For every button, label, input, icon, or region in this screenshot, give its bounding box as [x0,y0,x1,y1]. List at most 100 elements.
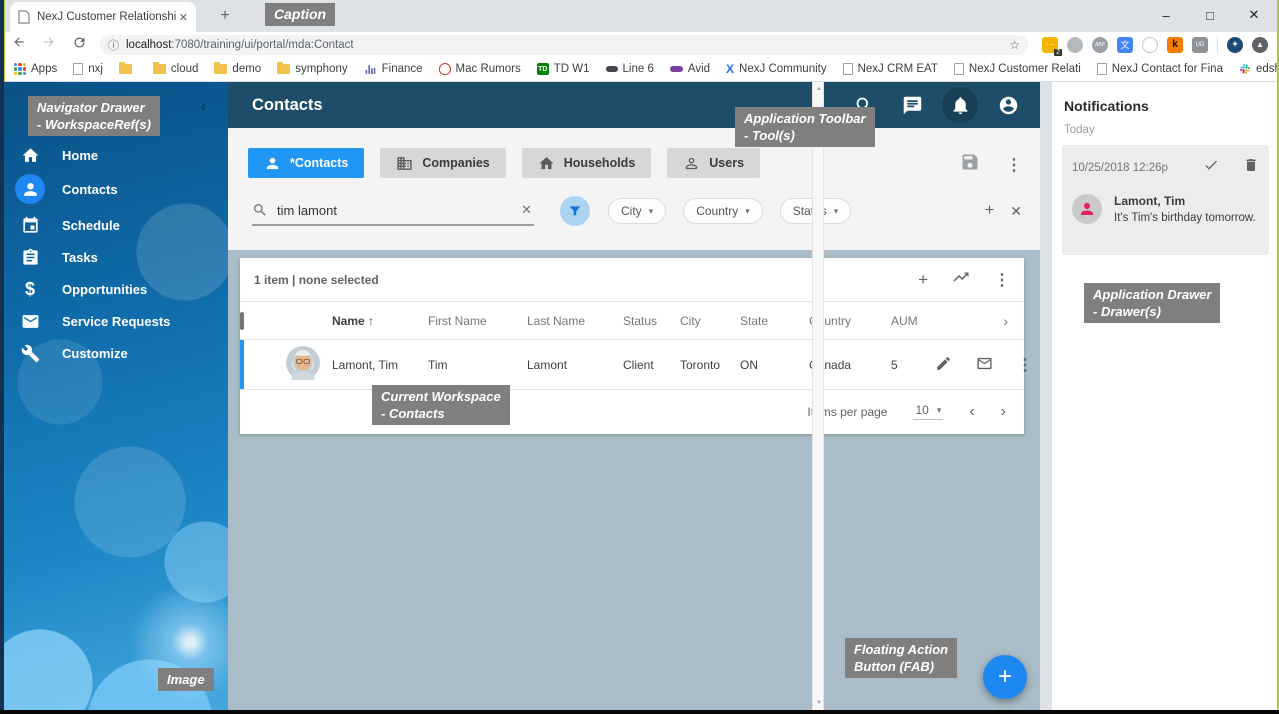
email-envelope-icon[interactable] [976,355,993,375]
window-maximize-button[interactable]: □ [1203,8,1217,23]
close-filters-icon[interactable]: ✕ [1010,203,1022,220]
notifications-bell-icon[interactable] [942,87,978,123]
scroll-up-icon[interactable]: ▲ [813,86,825,92]
vertical-scrollbar[interactable]: ▲ ▼ [812,82,824,714]
tab-contacts[interactable]: *Contacts [248,148,364,178]
column-header-status[interactable]: Status [623,314,680,328]
add-contact-icon[interactable]: + [918,270,928,290]
filter-chip-city[interactable]: City▾ [608,198,666,224]
column-header-name[interactable]: Name ↑ [332,314,428,328]
tab-companies[interactable]: Companies [380,148,505,178]
bookmark-folder-cloud[interactable]: cloud [147,61,205,77]
sidebar-item-opportunities[interactable]: $ Opportunities [0,273,228,305]
delete-trash-icon[interactable] [1243,157,1259,178]
per-page-select[interactable]: 10▾ [913,403,943,420]
chat-icon[interactable] [894,87,930,123]
building-icon [396,155,413,172]
sidebar-item-label: Opportunities [62,282,147,297]
bookmark-star-icon[interactable]: ☆ [1009,38,1020,52]
bookmark-nexj-crm-eat[interactable]: NexJ CRM EAT [837,61,944,77]
add-filter-icon[interactable]: + [985,202,994,220]
extension-shoe-icon[interactable] [1067,37,1083,53]
filter-funnel-button[interactable] [560,196,590,226]
filter-chip-country[interactable]: Country▾ [683,198,763,224]
extension-kite-icon[interactable]: k [1167,37,1183,53]
bookmark-folder-unnamed[interactable] [113,62,143,76]
row-more-icon[interactable]: ⋮ [1017,355,1033,375]
column-header-city[interactable]: City [680,314,740,328]
column-header-first-name[interactable]: First Name [428,314,527,328]
toolbar-more-icon[interactable]: ⋮ [1006,155,1022,175]
mark-read-check-icon[interactable] [1203,157,1219,178]
new-tab-button[interactable]: + [214,6,236,28]
chevron-down-icon: ▾ [649,206,654,217]
extension-circle-icon[interactable] [1142,37,1158,53]
screen-left-edge [0,0,4,714]
trending-up-icon[interactable] [952,268,970,291]
annotation-current-workspace: Current Workspace- Contacts [372,385,510,425]
bookmark-folder-symphony[interactable]: symphony [271,61,353,77]
sidebar-item-service-requests[interactable]: Service Requests [0,305,228,337]
browser-tab[interactable]: NexJ Customer Relationship Man ✕ [10,2,196,32]
sidebar-item-home[interactable]: Home [0,139,228,171]
bookmark-macrumors[interactable]: Mac Rumors [433,61,527,77]
cell-name[interactable]: Lamont, Tim [332,358,428,372]
scroll-down-icon[interactable]: ▼ [813,700,825,706]
extension-abp-icon[interactable]: ABP [1092,37,1108,53]
tab-households[interactable]: Households [522,148,652,178]
annotation-navigator-drawer: Navigator Drawer- WorkspaceRef(s) [28,96,160,136]
sidebar-item-contacts[interactable]: Contacts [0,173,228,205]
bookmark-nexj-customer[interactable]: NexJ Customer Relati [948,61,1087,77]
reload-button[interactable] [68,35,90,55]
table-row[interactable]: Lamont, Tim Tim Lamont Client Toronto ON… [240,340,1024,389]
bookmark-avid[interactable]: Avid [664,61,716,77]
extension-ud-shield-icon[interactable]: UD [1192,37,1208,53]
extension-uparrow-icon[interactable]: ▲ [1252,37,1268,53]
bookmark-nexj-contact[interactable]: NexJ Contact for Fina [1091,61,1229,77]
window-minimize-button[interactable]: – [1159,8,1173,23]
extension-swirl-icon[interactable]: ✦ [1227,37,1243,53]
previous-page-icon[interactable]: ‹ [969,403,974,421]
clear-search-icon[interactable]: ✕ [521,202,532,218]
column-header-last-name[interactable]: Last Name [527,314,623,328]
site-info-icon[interactable]: ⓘ [108,37,119,53]
column-header-aum[interactable]: AUM [891,314,935,328]
address-bar[interactable]: ⓘ localhost:7080/training/ui/portal/mda:… [100,35,1028,55]
extension-translate-icon[interactable]: 文 [1117,37,1133,53]
bookmark-finance[interactable]: Finance [358,61,429,78]
tab-close-icon[interactable]: ✕ [179,11,188,24]
bookmark-nxj[interactable]: nxj [67,61,109,77]
tab-users[interactable]: Users [667,148,760,178]
select-all-checkbox[interactable] [240,312,244,330]
notification-contact-name[interactable]: Lamont, Tim [1114,194,1256,208]
floating-action-button[interactable]: + [983,655,1027,699]
more-columns-icon[interactable]: › [935,313,1024,329]
list-more-icon[interactable]: ⋮ [994,270,1010,290]
next-page-icon[interactable]: › [1001,403,1006,421]
bookmark-label: NexJ Customer Relati [969,63,1081,75]
window-close-button[interactable]: ✕ [1247,7,1261,23]
notification-card[interactable]: 10/25/2018 12:26p Lamont, Tim It's Tim's… [1062,145,1269,255]
bookmark-folder-demo[interactable]: demo [208,61,267,77]
drawer-collapse-icon[interactable]: ‹ [201,98,206,116]
sidebar-item-tasks[interactable]: Tasks [0,241,228,273]
forward-button[interactable] [38,35,60,54]
browser-titlebar: NexJ Customer Relationship Man ✕ + – □ ✕ [0,0,1279,32]
search-input[interactable] [277,203,497,218]
column-header-state[interactable]: State [740,314,809,328]
house-icon [538,155,555,172]
bookmark-slack[interactable]: edshaw | NexJ Slack [1233,61,1279,77]
account-icon[interactable] [990,87,1026,123]
sidebar-item-customize[interactable]: Customize [0,337,228,369]
search-field[interactable]: ✕ [252,196,534,226]
extension-sessions-icon[interactable]: ⋯2 [1042,37,1058,53]
bookmark-nexj-community[interactable]: XNexJ Community [720,60,833,78]
bookmark-apps[interactable]: Apps [8,61,63,77]
edit-pencil-icon[interactable] [935,355,952,375]
back-button[interactable] [8,35,30,54]
sidebar-item-schedule[interactable]: Schedule [0,209,228,241]
bookmark-line6[interactable]: Line 6 [600,61,660,77]
save-icon[interactable] [960,152,980,177]
extension-badge: 2 [1054,49,1062,56]
bookmark-td[interactable]: TDTD W1 [531,61,596,77]
